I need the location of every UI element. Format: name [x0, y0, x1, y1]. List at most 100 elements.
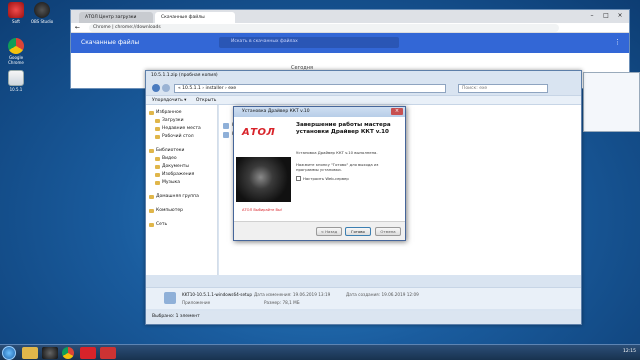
file-large-icon [164, 292, 176, 304]
chrome-icon [8, 38, 24, 54]
sidebar-item[interactable]: Изображения [146, 171, 217, 179]
forward-button[interactable] [162, 84, 170, 92]
installer-icon[interactable] [80, 347, 96, 359]
sidebar-item-label: Музыка [162, 180, 180, 185]
sidebar-item-label: Рабочий стол [162, 134, 194, 139]
chrome-tab-bar: АТОЛ Центр загрузки Скачанные файлы – □ … [71, 10, 629, 23]
sidebar-item[interactable]: Недавние места [146, 125, 217, 133]
maximize-button[interactable]: □ [599, 10, 613, 21]
chrome-icon[interactable] [62, 347, 74, 359]
sidebar-item[interactable]: Музыка [146, 179, 217, 187]
downloads-search-input[interactable]: Искать в скачанных файлах [219, 37, 399, 48]
explorer-icon[interactable] [22, 347, 38, 359]
folder-icon [8, 70, 24, 86]
more-menu-icon[interactable]: ⋮ [614, 38, 621, 46]
sidebar-item-label: Компьютер [156, 208, 183, 213]
checkbox-label: Настроить Web-сервер [303, 176, 349, 181]
sidebar-item[interactable]: Сеть [146, 221, 217, 229]
explorer-title: 10.5.1.1.zip (пробная копия) [151, 73, 218, 78]
navigation-pane: Избранное Загрузки Недавние места Рабочий с… [146, 105, 218, 275]
dialog-title: Установка Драйвер ККТ v.10 × [234, 107, 405, 117]
sidebar-item[interactable]: Документы [146, 163, 217, 171]
sidebar-item[interactable]: Компьютер [146, 207, 217, 215]
details-created: Дата создания: 19.06.2019 12:09 [346, 292, 419, 297]
clock[interactable]: 12:15 [623, 349, 636, 354]
tab-downloads[interactable]: Скачанные файлы [155, 12, 235, 23]
atol-logo: АТОЛ [242, 127, 276, 138]
installer-dialog: Установка Драйвер ККТ v.10 × АТОЛ АТОЛ В… [233, 106, 406, 241]
tab-atol-downloads[interactable]: АТОЛ Центр загрузки [79, 12, 153, 23]
folder-icon [155, 165, 160, 169]
desktop-icon-label: Soft [12, 19, 20, 24]
sidebar-item-label: Библиотеки [156, 148, 185, 153]
status-bar: Выбрано: 1 элемент [146, 311, 581, 324]
back-arrow-icon[interactable]: ← [75, 24, 80, 31]
sidebar-item-label: Сеть [156, 222, 168, 227]
sidebar-item-label: Изображения [162, 172, 195, 177]
sidebar-item[interactable]: Видео [146, 155, 217, 163]
start-button[interactable] [2, 346, 16, 360]
details-filename: KKT10-10.5.1.1-windows64-setup [182, 292, 253, 297]
folder-icon [155, 127, 160, 131]
back-button[interactable] [152, 84, 160, 92]
sidebar-item[interactable]: Рабочий стол [146, 133, 217, 141]
sidebar-item[interactable]: Избранное [146, 109, 217, 117]
group-icon [149, 111, 154, 115]
obs-icon[interactable] [42, 347, 58, 359]
open-button[interactable]: Открыть [196, 98, 217, 103]
background-window [583, 72, 640, 132]
sidebar-item-label: Домашняя группа [156, 194, 199, 199]
atol-slogan: АТОЛ Выбирайте Вы! [242, 208, 283, 212]
desktop-icon-soft[interactable]: Soft [3, 2, 29, 24]
explorer-nav: « 10.5.1.1 › installer › exe Поиск: exe [146, 82, 581, 95]
details-size: Размер: 78,1 МБ [264, 300, 300, 305]
dialog-text-complete: Установка Драйвер ККТ v.10 выполнена. [296, 150, 378, 155]
web-server-checkbox[interactable]: Настроить Web-сервер [296, 176, 349, 181]
omnibox-bar: ← Chrome | chrome://downloads [71, 23, 629, 33]
folder-icon [155, 135, 160, 139]
address-bar[interactable]: Chrome | chrome://downloads [89, 24, 559, 32]
avira-icon[interactable] [100, 347, 116, 359]
sidebar-item-label: Видео [162, 156, 177, 161]
explorer-address-bar[interactable]: « 10.5.1.1 › installer › exe [174, 84, 446, 93]
group-icon [149, 195, 154, 199]
desktop-icon-obs[interactable]: OBS Studio [29, 2, 55, 24]
desktop-icon-label: 10.5.1 [9, 87, 23, 92]
dialog-banner: АТОЛ АТОЛ Выбирайте Вы! [236, 120, 291, 218]
checkbox-box[interactable] [296, 176, 301, 181]
minimize-button[interactable]: – [585, 10, 599, 21]
banner-image [236, 157, 291, 202]
close-button[interactable]: × [613, 10, 627, 21]
finish-button[interactable]: Готово [345, 227, 371, 236]
cancel-button[interactable]: Отмена [375, 227, 401, 236]
exe-icon [223, 123, 229, 129]
sidebar-item[interactable]: Библиотеки [146, 147, 217, 155]
avira-icon [8, 2, 24, 18]
folder-icon [155, 157, 160, 161]
dialog-text-finish: Нажмите кнопку "Готово" для выхода из пр… [296, 162, 379, 172]
desktop-icon-label: OBS Studio [30, 19, 54, 24]
folder-icon [155, 173, 160, 177]
downloads-header: Скачанные файлы Искать в скачанных файла… [71, 33, 629, 53]
sidebar-item[interactable]: Домашняя группа [146, 193, 217, 201]
desktop-icon-chrome[interactable]: Google Chrome [3, 38, 29, 65]
explorer-search-input[interactable]: Поиск: exe [458, 84, 548, 93]
organize-button[interactable]: Упорядочить ▾ [152, 98, 186, 103]
desktop-icon-folder[interactable]: 10.5.1 [3, 70, 29, 92]
desktop-icon-label: Google Chrome [8, 55, 24, 65]
sidebar-item-label: Документы [162, 164, 189, 169]
dialog-heading: Завершение работы мастера установки Драй… [296, 122, 391, 135]
sidebar-item[interactable]: Загрузки [146, 117, 217, 125]
dialog-close-button[interactable]: × [391, 108, 403, 115]
dialog-buttons: < Назад Готово Отмена [234, 221, 405, 241]
sidebar-item-label: Загрузки [162, 118, 184, 123]
obs-icon [34, 2, 50, 18]
downloads-title: Скачанные файлы [81, 39, 140, 46]
exe-icon [223, 132, 229, 138]
dialog-title-text: Установка Драйвер ККТ v.10 [242, 109, 310, 114]
group-icon [149, 149, 154, 153]
folder-icon [155, 119, 160, 123]
back-button[interactable]: < Назад [316, 227, 342, 236]
sidebar-item-label: Недавние места [162, 126, 201, 131]
details-pane: KKT10-10.5.1.1-windows64-setup Приложени… [146, 287, 581, 309]
